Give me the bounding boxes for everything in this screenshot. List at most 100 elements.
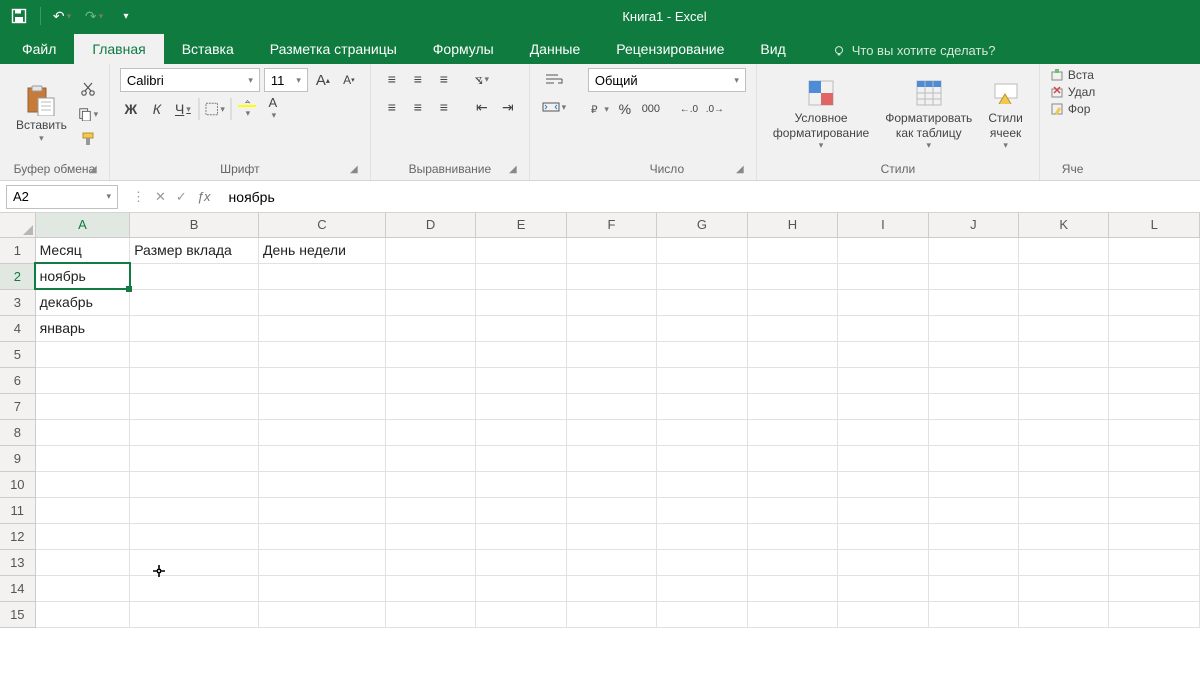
cell-B1[interactable]: Размер вклада bbox=[130, 237, 259, 263]
cell-K11[interactable] bbox=[1019, 497, 1109, 523]
cell-I2[interactable] bbox=[838, 263, 928, 289]
cell-K6[interactable] bbox=[1019, 367, 1109, 393]
cell-G3[interactable] bbox=[657, 289, 748, 315]
cell-A9[interactable] bbox=[35, 445, 130, 471]
valign-top-button[interactable]: ≡ bbox=[381, 68, 403, 90]
cell-B14[interactable] bbox=[130, 575, 259, 601]
cell-E10[interactable] bbox=[476, 471, 566, 497]
save-icon[interactable] bbox=[8, 5, 30, 27]
cell-C5[interactable] bbox=[259, 341, 386, 367]
cell-G5[interactable] bbox=[657, 341, 748, 367]
cell-D13[interactable] bbox=[385, 549, 475, 575]
cell-E14[interactable] bbox=[476, 575, 566, 601]
fx-dots-icon[interactable]: ⋮ bbox=[132, 189, 145, 205]
cell-G1[interactable] bbox=[657, 237, 748, 263]
number-format-select[interactable]: Общий▾ bbox=[588, 68, 746, 92]
name-box[interactable]: A2▾ bbox=[6, 185, 118, 209]
cell-C1[interactable]: День недели bbox=[259, 237, 386, 263]
cell-I15[interactable] bbox=[838, 601, 928, 627]
cell-L14[interactable] bbox=[1109, 575, 1200, 601]
cell-J2[interactable] bbox=[928, 263, 1018, 289]
cell-A13[interactable] bbox=[35, 549, 130, 575]
cell-G4[interactable] bbox=[657, 315, 748, 341]
worksheet-grid[interactable]: ABCDEFGHIJKL1МесяцРазмер вкладаДень неде… bbox=[0, 213, 1200, 628]
col-header-J[interactable]: J bbox=[928, 213, 1018, 237]
cell-B6[interactable] bbox=[130, 367, 259, 393]
tab-review[interactable]: Рецензирование bbox=[598, 34, 742, 64]
cell-L15[interactable] bbox=[1109, 601, 1200, 627]
accounting-format-button[interactable]: ₽ bbox=[588, 98, 610, 120]
col-header-F[interactable]: F bbox=[566, 213, 656, 237]
cell-L2[interactable] bbox=[1109, 263, 1200, 289]
insert-cells-button[interactable]: Вста bbox=[1050, 68, 1094, 82]
row-header-4[interactable]: 4 bbox=[0, 315, 35, 341]
redo-button[interactable]: ↷ bbox=[83, 5, 105, 27]
align-left-button[interactable]: ≡ bbox=[381, 96, 403, 118]
cell-J11[interactable] bbox=[928, 497, 1018, 523]
cell-D4[interactable] bbox=[385, 315, 475, 341]
row-header-12[interactable]: 12 bbox=[0, 523, 35, 549]
cell-G14[interactable] bbox=[657, 575, 748, 601]
cell-I13[interactable] bbox=[838, 549, 928, 575]
cell-B13[interactable] bbox=[130, 549, 259, 575]
cell-D10[interactable] bbox=[385, 471, 475, 497]
cell-E8[interactable] bbox=[476, 419, 566, 445]
cell-B8[interactable] bbox=[130, 419, 259, 445]
cell-H7[interactable] bbox=[747, 393, 837, 419]
comma-style-button[interactable]: 000 bbox=[640, 98, 662, 120]
cell-K14[interactable] bbox=[1019, 575, 1109, 601]
cell-I6[interactable] bbox=[838, 367, 928, 393]
row-header-10[interactable]: 10 bbox=[0, 471, 35, 497]
cell-F1[interactable] bbox=[566, 237, 656, 263]
cell-J9[interactable] bbox=[928, 445, 1018, 471]
cell-L10[interactable] bbox=[1109, 471, 1200, 497]
tab-page-layout[interactable]: Разметка страницы bbox=[252, 34, 415, 64]
cell-G2[interactable] bbox=[657, 263, 748, 289]
cell-G11[interactable] bbox=[657, 497, 748, 523]
cell-A3[interactable]: декабрь bbox=[35, 289, 130, 315]
col-header-L[interactable]: L bbox=[1109, 213, 1200, 237]
cell-C15[interactable] bbox=[259, 601, 386, 627]
cell-J1[interactable] bbox=[928, 237, 1018, 263]
row-header-15[interactable]: 15 bbox=[0, 601, 35, 627]
cell-F2[interactable] bbox=[566, 263, 656, 289]
cell-B4[interactable] bbox=[130, 315, 259, 341]
cell-F11[interactable] bbox=[566, 497, 656, 523]
cell-A6[interactable] bbox=[35, 367, 130, 393]
tab-formulas[interactable]: Формулы bbox=[415, 34, 512, 64]
cell-J7[interactable] bbox=[928, 393, 1018, 419]
cell-H12[interactable] bbox=[747, 523, 837, 549]
select-all-corner[interactable] bbox=[0, 213, 35, 237]
cell-A7[interactable] bbox=[35, 393, 130, 419]
conditional-formatting-button[interactable]: Условное форматирование▾ bbox=[767, 73, 875, 155]
valign-bottom-button[interactable]: ≡ bbox=[433, 68, 455, 90]
cell-L1[interactable] bbox=[1109, 237, 1200, 263]
cell-D12[interactable] bbox=[385, 523, 475, 549]
row-header-6[interactable]: 6 bbox=[0, 367, 35, 393]
wrap-text-button[interactable] bbox=[540, 68, 568, 90]
cell-K13[interactable] bbox=[1019, 549, 1109, 575]
cell-D1[interactable] bbox=[385, 237, 475, 263]
cell-J4[interactable] bbox=[928, 315, 1018, 341]
undo-button[interactable]: ↶ bbox=[51, 5, 73, 27]
format-as-table-button[interactable]: Форматировать как таблицу▾ bbox=[879, 73, 978, 155]
cell-L12[interactable] bbox=[1109, 523, 1200, 549]
row-header-9[interactable]: 9 bbox=[0, 445, 35, 471]
cell-B9[interactable] bbox=[130, 445, 259, 471]
tab-insert[interactable]: Вставка bbox=[164, 34, 252, 64]
cell-E11[interactable] bbox=[476, 497, 566, 523]
cell-H9[interactable] bbox=[747, 445, 837, 471]
dec-indent-button[interactable]: ⇤ bbox=[471, 96, 493, 118]
cell-K4[interactable] bbox=[1019, 315, 1109, 341]
cell-B2[interactable] bbox=[130, 263, 259, 289]
cell-E2[interactable] bbox=[476, 263, 566, 289]
cell-H10[interactable] bbox=[747, 471, 837, 497]
cell-J5[interactable] bbox=[928, 341, 1018, 367]
cell-H4[interactable] bbox=[747, 315, 837, 341]
underline-button[interactable]: Ч bbox=[172, 98, 194, 120]
cell-K10[interactable] bbox=[1019, 471, 1109, 497]
cell-B11[interactable] bbox=[130, 497, 259, 523]
cell-H1[interactable] bbox=[747, 237, 837, 263]
row-header-2[interactable]: 2 bbox=[0, 263, 35, 289]
cancel-formula-button[interactable]: ✕ bbox=[155, 189, 166, 205]
